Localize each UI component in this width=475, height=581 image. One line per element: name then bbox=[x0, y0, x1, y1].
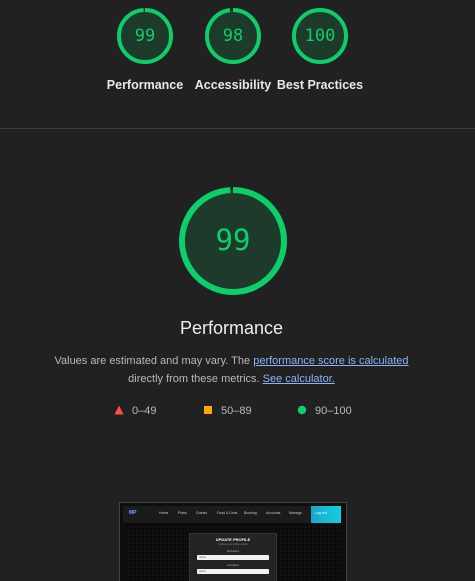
gauge-score: 98 bbox=[222, 26, 244, 46]
thumb-nav-item: Plans bbox=[178, 511, 187, 515]
gauge-label-best-practices: Best Practices bbox=[276, 78, 364, 92]
score-calculated-link[interactable]: performance score is calculated bbox=[253, 355, 408, 367]
gauge-label-accessibility: Accessibility bbox=[194, 78, 272, 92]
thumb-nav-item: Food & Drink bbox=[217, 511, 238, 515]
legend-range: 50–89 bbox=[221, 405, 252, 417]
thumb-logout-label: Log out bbox=[315, 511, 327, 515]
thumb-logo: MP bbox=[129, 510, 137, 516]
see-calculator-link[interactable]: See calculator. bbox=[263, 373, 335, 385]
thumb-field-value: admin bbox=[199, 569, 206, 573]
thumb-card-subtitle: Update your profile details bbox=[218, 543, 248, 546]
thumb-update-profile-card: UPDATE PROFILE Update your profile detai… bbox=[189, 533, 277, 581]
gauge-best-practices[interactable]: 100 bbox=[291, 7, 349, 65]
category-title: Performance bbox=[179, 318, 284, 338]
gauge-performance[interactable]: 99 bbox=[116, 7, 174, 65]
thumb-nav-item: Booking bbox=[244, 511, 257, 515]
thumb-field-label: First Name bbox=[226, 550, 240, 553]
thumb-field-input: Admin bbox=[197, 555, 269, 560]
desc-text-2: directly from these metrics. bbox=[128, 373, 263, 385]
triangle-icon bbox=[114, 405, 124, 415]
circle-icon bbox=[297, 405, 307, 415]
thumb-nav-item: Accounts bbox=[266, 511, 281, 515]
desc-text: Values are estimated and may vary. The bbox=[54, 355, 254, 367]
thumb-navbar: MP Home Plans Guests Food & Drink Bookin… bbox=[123, 506, 341, 523]
thumb-nav-item: Manage bbox=[289, 511, 302, 515]
thumb-body: UPDATE PROFILE Update your profile detai… bbox=[123, 525, 341, 581]
thumb-logout-button: Log out bbox=[311, 506, 341, 523]
thumb-field-input: admin bbox=[197, 569, 269, 574]
gauge-score-large: 99 bbox=[215, 223, 251, 257]
legend-range: 90–100 bbox=[315, 405, 352, 417]
lighthouse-report: 99 Performance 98 Accessibility 100 Best… bbox=[0, 0, 475, 581]
page-screenshot-thumbnail[interactable]: MP Home Plans Guests Food & Drink Bookin… bbox=[119, 502, 347, 581]
thumb-field-label: Last Name bbox=[226, 564, 240, 567]
gauge-score: 100 bbox=[304, 26, 336, 46]
category-description: Values are estimated and may vary. The p… bbox=[40, 352, 423, 388]
gauge-label-performance: Performance bbox=[106, 78, 184, 92]
thumb-field-value: Admin bbox=[199, 555, 207, 559]
thumb-card-title: UPDATE PROFILE bbox=[215, 537, 251, 542]
gauge-score: 99 bbox=[134, 26, 156, 46]
thumb-nav-item: Home bbox=[159, 511, 169, 515]
gauge-performance-large: 99 bbox=[178, 186, 288, 296]
section-divider bbox=[0, 128, 475, 129]
thumb-nav-item: Guests bbox=[196, 511, 208, 515]
legend-range: 0–49 bbox=[132, 405, 157, 417]
gauge-accessibility[interactable]: 98 bbox=[204, 7, 262, 65]
square-icon bbox=[204, 406, 212, 414]
